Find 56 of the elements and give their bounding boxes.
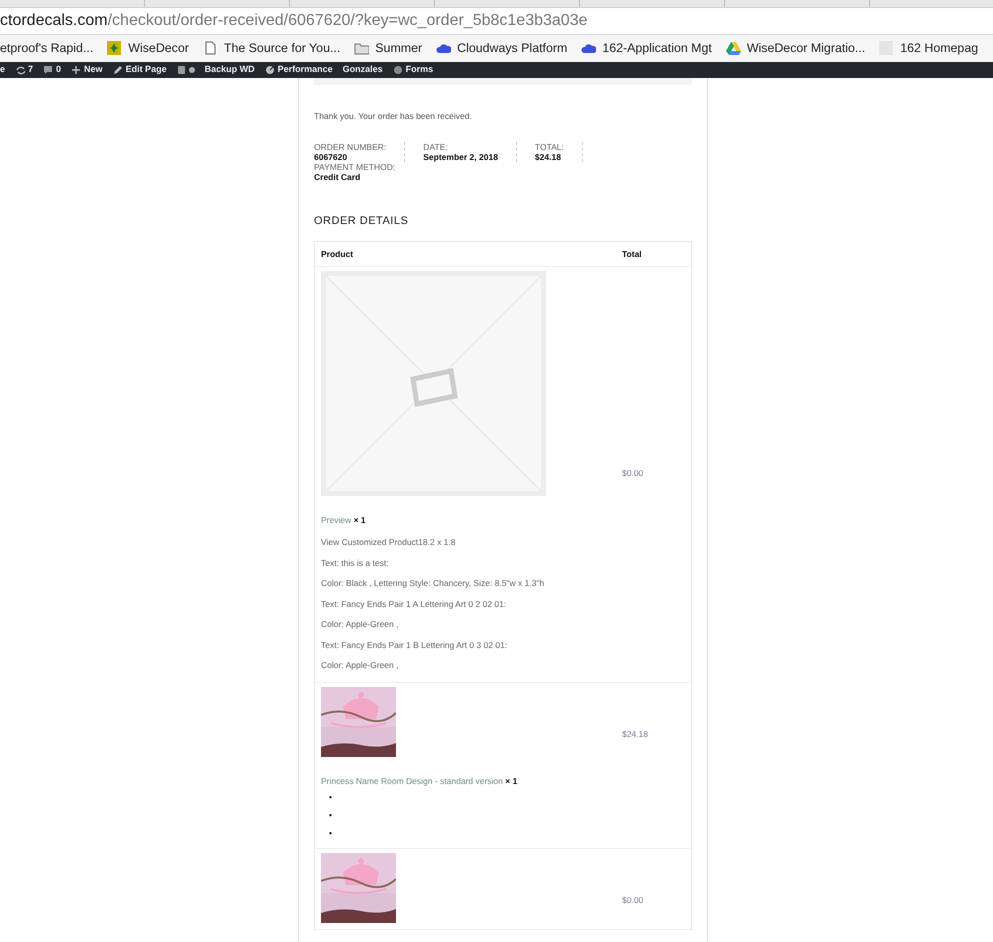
- bullet: •: [329, 792, 332, 802]
- admin-bar-item[interactable]: 7: [15, 63, 34, 77]
- admin-bar-item[interactable]: Performance: [264, 63, 333, 77]
- item-meta: Color: Apple-Green ,: [321, 658, 400, 672]
- overview-value: September 2, 2018: [423, 152, 498, 162]
- refresh-icon: [15, 65, 26, 75]
- bookmark[interactable]: etproof's Rapid...: [0, 39, 94, 58]
- bullet: •: [329, 828, 332, 838]
- bookmark[interactable]: WiseDecor: [107, 39, 189, 58]
- overview-label: DATE:: [423, 142, 449, 152]
- pencil-icon: [112, 65, 123, 75]
- section-heading: ORDER DETAILS: [314, 214, 410, 228]
- item-meta: View Customized Product18.2 x 1.8: [321, 536, 456, 549]
- page-icon: [202, 41, 218, 56]
- bookmark[interactable]: The Source for You...: [202, 39, 340, 58]
- comment-icon: [43, 65, 54, 75]
- overview-label: PAYMENT METHOD:: [314, 162, 396, 172]
- order-received-notice: Thank you. Your order has been received.: [314, 110, 473, 123]
- admin-bar-item[interactable]: 0: [43, 63, 62, 77]
- price: $24.18: [622, 728, 649, 741]
- quantity: × 1: [354, 515, 366, 525]
- bookmark[interactable]: 162-Application Mgt: [581, 39, 712, 58]
- admin-bar-item[interactable]: Forms: [392, 63, 434, 77]
- overview-value: 6067620: [314, 152, 348, 162]
- bookmark[interactable]: WiseDecor Migratio...: [726, 39, 866, 58]
- drive-icon: [726, 41, 741, 56]
- column-header: Total: [622, 248, 643, 260]
- price: $0.00: [622, 894, 644, 907]
- item-meta: Text: Fancy Ends Pair 1 A Lettering Art 0 2 02 01:: [321, 598, 508, 611]
- admin-bar-item[interactable]: e: [0, 63, 6, 77]
- forms-icon: [392, 65, 403, 75]
- overview-label: ORDER NUMBER:: [314, 142, 386, 152]
- item-meta: Text: Fancy Ends Pair 1 B Lettering Art 0 3 02 01:: [321, 638, 508, 652]
- bookmark[interactable]: Cloudways Platform: [436, 39, 568, 58]
- gauge-icon: [264, 65, 275, 75]
- quantity: × 1: [505, 776, 518, 786]
- bookmark[interactable]: Summer: [354, 39, 422, 58]
- bookmark[interactable]: 162 Homepag: [879, 39, 978, 58]
- admin-bar-item[interactable]: New: [71, 63, 103, 77]
- item-meta: Text: this is a test:: [321, 556, 390, 570]
- product-link[interactable]: Princess Name Room Design - standard version: [321, 776, 503, 786]
- overview-value: Credit Card: [314, 172, 362, 182]
- overview-label: TOTAL:: [534, 142, 564, 152]
- status-dot-icon: [188, 67, 195, 73]
- admin-bar-item[interactable]: Edit Page: [112, 63, 167, 77]
- price: $0.00: [622, 467, 644, 480]
- plus-icon: [71, 65, 82, 75]
- admin-bar-item[interactable]: Backup WD: [204, 63, 255, 77]
- bullet: •: [329, 810, 332, 820]
- column-header: Product: [321, 248, 354, 260]
- folder-icon: [354, 41, 370, 56]
- item-meta: Color: Black , Lettering Style: Chancery, Size: 8.5"w x 1.3"h: [321, 576, 546, 590]
- item-meta: Color: Apple-Green ,: [321, 618, 400, 631]
- overview-value: $24.18: [534, 152, 562, 162]
- admin-bar-item[interactable]: Gonzales: [342, 63, 383, 77]
- product-link[interactable]: Preview: [321, 515, 352, 525]
